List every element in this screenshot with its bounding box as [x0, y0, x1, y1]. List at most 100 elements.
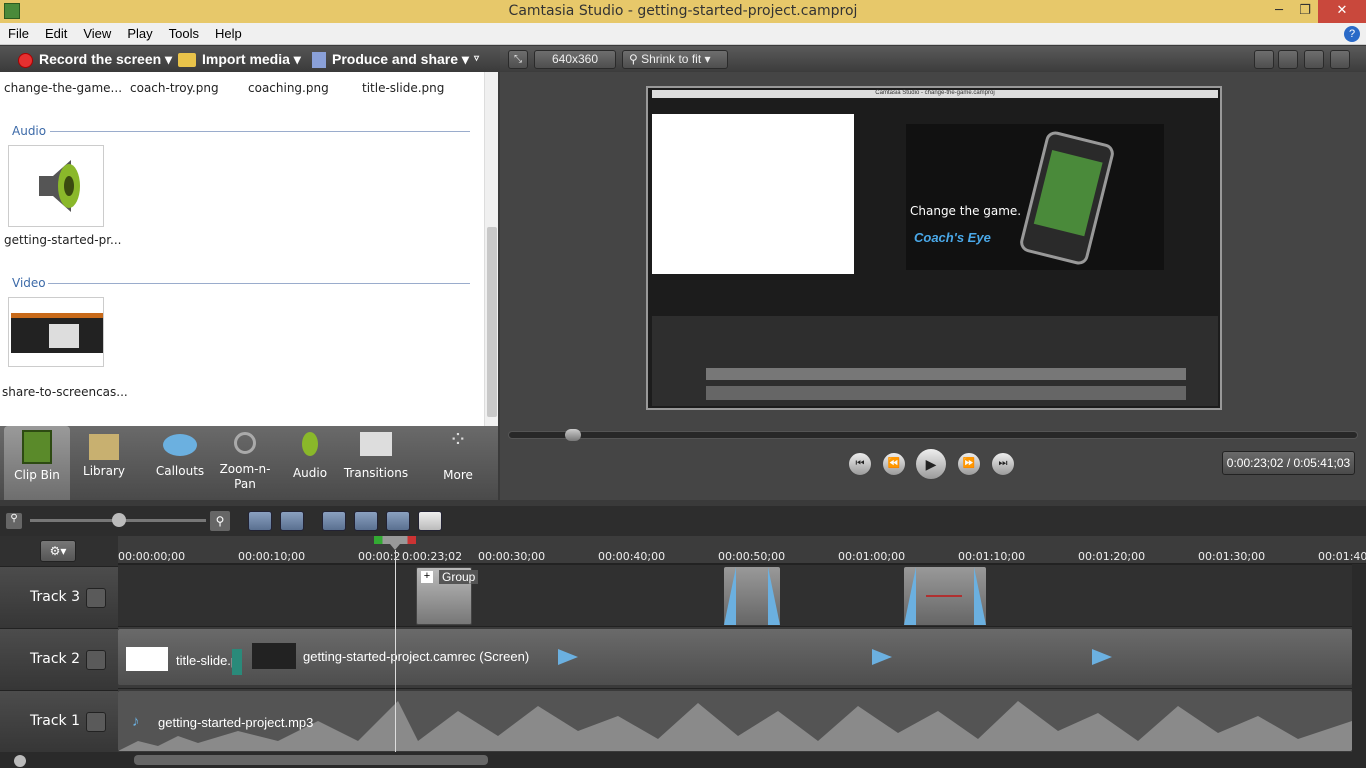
tab-callouts[interactable]: Callouts — [150, 426, 210, 500]
title-slide-thumb — [126, 647, 168, 671]
tab-more[interactable]: ⁘ More — [422, 426, 494, 500]
group-label: Group — [439, 570, 479, 584]
fast-forward-icon[interactable]: ⏩ — [957, 452, 981, 476]
scroll-thumb[interactable] — [134, 755, 488, 765]
folder-icon — [178, 53, 196, 68]
zoom-marker-icon[interactable] — [558, 649, 578, 665]
track-height-slider[interactable] — [0, 752, 118, 768]
clip-label: getting-started-project.mp3 — [158, 715, 314, 730]
lock-icon[interactable] — [86, 650, 106, 670]
clip-file[interactable]: coach-troy.png — [130, 81, 219, 95]
audio-clip[interactable]: ♪ getting-started-project.mp3 — [118, 691, 1352, 751]
zoom-label: Shrink to fit — [641, 52, 702, 66]
audio-thumbnail[interactable] — [8, 145, 104, 227]
timeline-vertical-scrollbar[interactable] — [1352, 564, 1366, 752]
scroll-thumb[interactable] — [487, 227, 497, 417]
ruler-label: 00:01:30;00 — [1198, 550, 1266, 563]
tab-zoom-n-pan[interactable]: Zoom-n-Pan — [214, 426, 276, 500]
inner-title: Camtasia Studio - change-the-game.campro… — [652, 90, 1218, 98]
preview-canvas[interactable]: Camtasia Studio - change-the-game.campro… — [646, 86, 1222, 410]
preview-scrubber[interactable] — [508, 429, 1358, 441]
clip-file[interactable]: change-the-game... — [4, 81, 122, 95]
play-icon[interactable]: ▶ — [915, 448, 947, 480]
clip-file[interactable]: title-slide.png — [362, 81, 444, 95]
ruler-label: 00:00:40;00 — [598, 550, 666, 563]
redo-icon[interactable] — [280, 511, 304, 531]
record-screen-button[interactable]: Record the screen ▾ — [18, 46, 172, 72]
menu-tools[interactable]: Tools — [161, 23, 207, 44]
zoom-marker-icon[interactable] — [1092, 649, 1112, 665]
transition-marker[interactable] — [232, 649, 242, 675]
magnifier-icon — [234, 432, 256, 454]
tab-label: Library — [83, 464, 125, 478]
tab-clip-bin[interactable]: Clip Bin — [4, 426, 70, 500]
menu-view[interactable]: View — [75, 23, 119, 44]
menu-help[interactable]: Help — [207, 23, 250, 44]
track-3-lane[interactable]: + Group — [118, 564, 1352, 626]
toolbar-overflow-icon[interactable]: ▿ — [474, 46, 479, 72]
lock-icon[interactable] — [86, 712, 106, 732]
tab-audio[interactable]: Audio — [286, 426, 334, 500]
timeline-horizontal-scrollbar[interactable] — [118, 752, 1366, 768]
tab-label: Callouts — [155, 464, 205, 478]
ruler-label: 00:01:00;00 — [838, 550, 906, 563]
gear-icon[interactable]: ⚙▾ — [40, 540, 76, 562]
detach-icon[interactable] — [1330, 50, 1350, 69]
video-thumbnail[interactable] — [8, 297, 104, 367]
cut-icon[interactable] — [322, 511, 346, 531]
track-2-header[interactable]: Track 2 — [0, 628, 118, 690]
undo-icon[interactable] — [248, 511, 272, 531]
clip-file[interactable]: coaching.png — [248, 81, 329, 95]
import-media-button[interactable]: Import media ▾ — [178, 46, 301, 72]
zoom-dropdown[interactable]: ⚲ Shrink to fit ▾ — [622, 50, 728, 69]
hand-icon[interactable] — [1278, 50, 1298, 69]
video-file-name[interactable]: share-to-screencas... — [2, 385, 128, 399]
scrubber-thumb[interactable] — [565, 429, 581, 441]
fit-icon[interactable] — [1304, 50, 1324, 69]
lock-icon[interactable] — [86, 588, 106, 608]
zoom-in-icon[interactable]: ⚲ — [210, 511, 230, 531]
phone-image — [1018, 129, 1116, 267]
zoom-out-icon[interactable]: ⚲ — [6, 513, 22, 529]
rewind-icon[interactable]: ⏪ — [882, 452, 906, 476]
playhead-line — [395, 550, 396, 752]
menu-edit[interactable]: Edit — [37, 23, 75, 44]
skip-back-icon[interactable]: ⏮ — [848, 452, 872, 476]
track-1-header[interactable]: Track 1 — [0, 690, 118, 752]
group-clip[interactable]: + Group — [416, 567, 479, 625]
clip-label: getting-started-project.camrec (Screen) — [303, 649, 530, 664]
track-3-header[interactable]: Track 3 — [0, 566, 118, 628]
tab-transitions[interactable]: Transitions — [340, 426, 412, 500]
screen-recording-clip[interactable]: title-slide.p getting-started-project.ca… — [118, 629, 1352, 685]
paste-icon[interactable] — [418, 511, 442, 531]
close-button[interactable]: ✕ — [1318, 0, 1366, 23]
produce-share-button[interactable]: Produce and share ▾ — [312, 46, 469, 72]
restore-button[interactable]: ❐ — [1292, 0, 1318, 23]
copy-icon[interactable] — [386, 511, 410, 531]
task-tabs: Clip Bin Library Callouts Zoom-n-Pan Aud… — [0, 426, 498, 500]
inner-headline: Change the game. — [910, 204, 1022, 218]
help-icon[interactable]: ? — [1344, 26, 1360, 42]
crop-icon[interactable] — [1254, 50, 1274, 69]
menu-file[interactable]: File — [0, 23, 37, 44]
clip-bin-scrollbar[interactable] — [484, 72, 498, 426]
zoom-marker-icon[interactable] — [872, 649, 892, 665]
import-label: Import media — [202, 51, 290, 67]
callout-clip[interactable] — [724, 567, 780, 625]
skip-forward-icon[interactable]: ⏭ — [991, 452, 1015, 476]
clip-label: title-slide.p — [176, 653, 239, 668]
minimize-button[interactable]: ─ — [1266, 0, 1292, 23]
menu-play[interactable]: Play — [119, 23, 160, 44]
track-2-lane[interactable]: title-slide.p getting-started-project.ca… — [118, 626, 1352, 688]
fullscreen-editor-icon[interactable]: ⤡ — [508, 50, 528, 69]
audio-file-name[interactable]: getting-started-pr... — [4, 233, 121, 247]
track-1-lane[interactable]: ♪ getting-started-project.mp3 — [118, 688, 1352, 751]
inner-timeline — [652, 316, 1218, 406]
timeline-toolbar: ⚲ ⚲ — [0, 506, 1366, 536]
tab-library[interactable]: Library — [76, 426, 132, 500]
zoom-slider-thumb[interactable] — [112, 513, 126, 527]
arrow-callout-clip[interactable] — [904, 567, 986, 625]
dimensions-dropdown[interactable]: 640x360 — [534, 50, 616, 69]
main-toolbar: Record the screen ▾ Import media ▾ Produ… — [0, 46, 500, 72]
split-icon[interactable] — [354, 511, 378, 531]
